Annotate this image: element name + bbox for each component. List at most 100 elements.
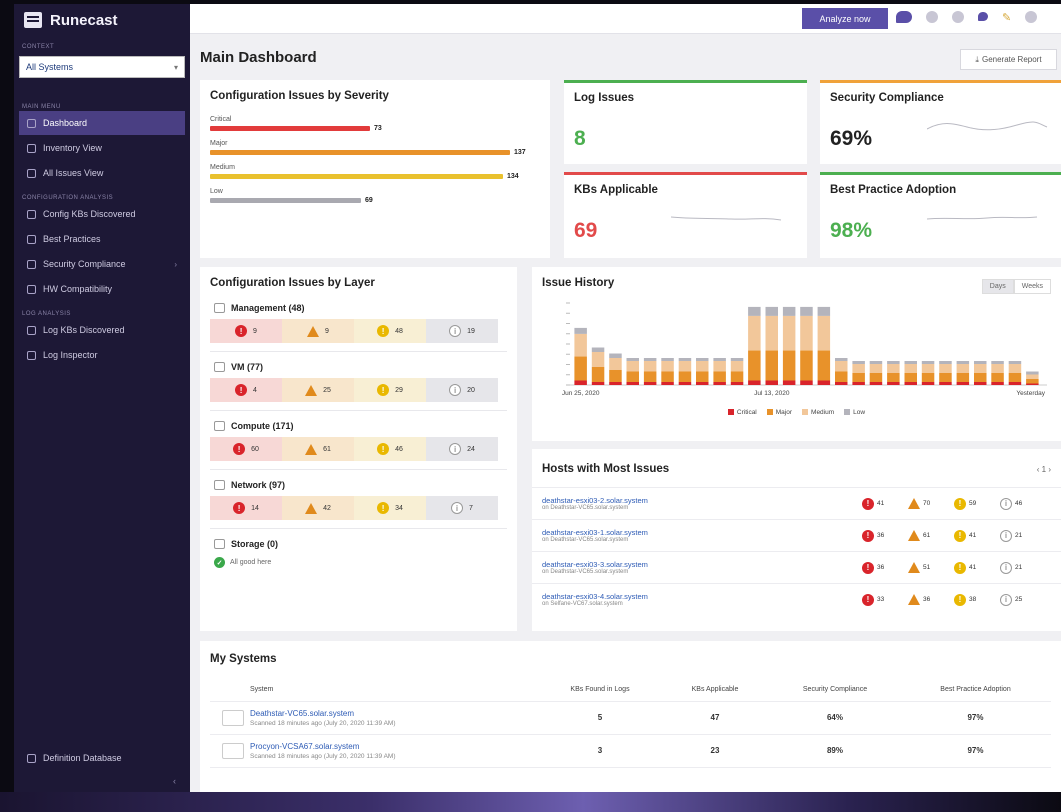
critical-count-chip[interactable]: ! 60 xyxy=(210,437,282,461)
history-bar-critical[interactable] xyxy=(835,382,848,385)
severity-bar[interactable] xyxy=(210,174,503,179)
history-bar-critical[interactable] xyxy=(782,380,796,386)
sidebar-item-log-kb[interactable]: Log KBs Discovered xyxy=(19,318,185,342)
history-bar-low[interactable] xyxy=(730,358,744,361)
wrench-icon[interactable]: ✎ xyxy=(1002,11,1011,24)
history-bar-major[interactable] xyxy=(678,371,692,383)
severity-bar[interactable] xyxy=(210,150,510,155)
column-header[interactable]: Security Compliance xyxy=(770,679,900,702)
major-host-count[interactable]: 61 xyxy=(908,530,954,541)
analyze-now-button[interactable]: Analyze now xyxy=(802,8,888,29)
history-bar-medium[interactable] xyxy=(713,361,726,372)
history-bar-major[interactable] xyxy=(609,370,622,382)
history-bar-medium[interactable] xyxy=(696,361,709,372)
history-bar-major[interactable] xyxy=(835,371,848,383)
medium-count-chip[interactable]: ! 46 xyxy=(354,437,426,461)
history-bar-low[interactable] xyxy=(800,306,813,316)
legend-item-low[interactable]: Low xyxy=(844,409,865,416)
history-bar-medium[interactable] xyxy=(800,315,813,351)
critical-count-chip[interactable]: ! 9 xyxy=(210,319,282,343)
history-bar-major[interactable] xyxy=(974,373,987,382)
major-host-count[interactable]: 51 xyxy=(908,562,954,573)
sidebar-item-shield[interactable]: Security Compliance › xyxy=(19,252,185,276)
sidebar-item-check[interactable]: Best Practices xyxy=(19,227,185,251)
medium-count-chip[interactable]: ! 29 xyxy=(354,378,426,402)
history-bar-medium[interactable] xyxy=(835,361,848,372)
major-count-chip[interactable]: 61 xyxy=(282,437,354,461)
history-bar-low[interactable] xyxy=(748,306,761,316)
history-bar-medium[interactable] xyxy=(974,364,987,373)
history-bar-critical[interactable] xyxy=(991,382,1004,385)
low-count-chip[interactable]: i 20 xyxy=(426,378,498,402)
logo[interactable]: Runecast xyxy=(14,4,190,36)
history-bar-low[interactable] xyxy=(921,361,935,364)
history-bar-medium[interactable] xyxy=(678,361,692,372)
history-bar-medium[interactable] xyxy=(574,333,587,357)
history-bar-critical[interactable] xyxy=(713,382,726,385)
system-link[interactable]: Procyon-VCSA67.solar.system xyxy=(250,742,540,751)
history-bar-low[interactable] xyxy=(869,361,883,364)
major-count-chip[interactable]: 42 xyxy=(282,496,354,520)
history-bar-low[interactable] xyxy=(991,361,1004,364)
history-bar-medium[interactable] xyxy=(626,361,640,372)
history-bar-major[interactable] xyxy=(939,373,952,382)
history-bar-critical[interactable] xyxy=(852,382,865,385)
history-bar-major[interactable] xyxy=(782,350,796,381)
history-bar-critical[interactable] xyxy=(887,382,900,385)
history-bar-major[interactable] xyxy=(991,373,1004,382)
history-bar-critical[interactable] xyxy=(574,380,587,386)
history-bar-medium[interactable] xyxy=(591,352,605,367)
history-bar-critical[interactable] xyxy=(626,382,640,385)
history-bar-medium[interactable] xyxy=(991,364,1004,373)
history-bar-critical[interactable] xyxy=(921,382,935,385)
column-header[interactable]: System xyxy=(250,679,540,702)
history-bar-medium[interactable] xyxy=(921,364,935,373)
toggle-weeks[interactable]: Weeks xyxy=(1013,279,1051,294)
user-icon[interactable] xyxy=(1025,11,1038,23)
kpi-card[interactable]: KBs Applicable 69 xyxy=(564,172,807,258)
history-bar-low[interactable] xyxy=(678,358,692,361)
history-bar-critical[interactable] xyxy=(956,382,970,385)
history-bar-critical[interactable] xyxy=(609,382,622,385)
host-link[interactable]: deathstar-esxi03-3.solar.system xyxy=(542,560,862,569)
generate-report-button[interactable]: ⤓ Generate Report xyxy=(960,49,1057,70)
major-count-chip[interactable]: 9 xyxy=(282,319,354,343)
history-bar-critical[interactable] xyxy=(765,380,779,386)
medium-host-count[interactable]: ! 38 xyxy=(954,593,1000,606)
history-bar-low[interactable] xyxy=(939,361,952,364)
history-bar-major[interactable] xyxy=(904,373,918,382)
history-bar-low[interactable] xyxy=(765,306,779,316)
column-header[interactable]: KBs Applicable xyxy=(660,679,770,702)
critical-host-count[interactable]: ! 36 xyxy=(862,529,908,542)
history-bar-major[interactable] xyxy=(574,356,587,381)
history-bar-critical[interactable] xyxy=(591,382,605,385)
history-bar-medium[interactable] xyxy=(1026,374,1039,380)
sidebar-item-definition-database[interactable]: Definition Database xyxy=(19,746,185,770)
host-link[interactable]: deathstar-esxi03-2.solar.system xyxy=(542,496,862,505)
medium-count-chip[interactable]: ! 48 xyxy=(354,319,426,343)
history-bar-low[interactable] xyxy=(817,306,831,316)
medium-host-count[interactable]: ! 41 xyxy=(954,529,1000,542)
sidebar-item-issues[interactable]: All Issues View xyxy=(19,161,185,185)
history-bar-major[interactable] xyxy=(869,373,883,382)
history-bar-low[interactable] xyxy=(852,361,865,364)
legend-item-major[interactable]: Major xyxy=(766,409,792,416)
history-bar-major[interactable] xyxy=(765,350,779,381)
critical-count-chip[interactable]: ! 14 xyxy=(210,496,282,520)
sidebar-item-home[interactable]: Dashboard xyxy=(19,111,185,135)
history-bar-medium[interactable] xyxy=(852,364,865,373)
collapse-sidebar-button[interactable]: ‹ xyxy=(173,776,176,786)
history-bar-critical[interactable] xyxy=(974,382,987,385)
history-bar-low[interactable] xyxy=(661,358,674,361)
history-bar-major[interactable] xyxy=(626,371,640,383)
major-count-chip[interactable]: 25 xyxy=(282,378,354,402)
major-host-count[interactable]: 70 xyxy=(908,498,954,509)
critical-host-count[interactable]: ! 33 xyxy=(862,593,908,606)
history-bar-low[interactable] xyxy=(974,361,987,364)
layer-header[interactable]: Network (97) xyxy=(210,480,507,490)
message-icon[interactable] xyxy=(978,12,988,21)
history-bar-low[interactable] xyxy=(591,347,605,353)
history-bar-medium[interactable] xyxy=(887,364,900,373)
history-bar-low[interactable] xyxy=(626,358,640,361)
history-bar-medium[interactable] xyxy=(643,361,657,372)
